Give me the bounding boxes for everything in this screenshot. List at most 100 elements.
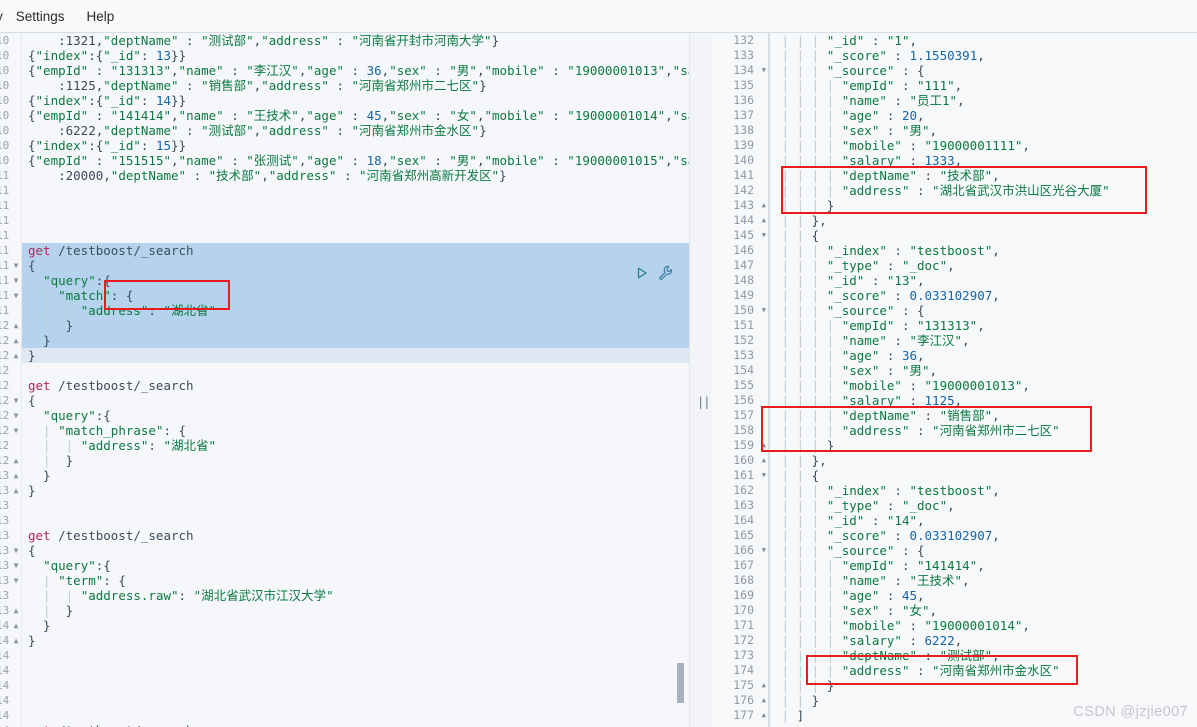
- response-line[interactable]: | | | | "empId" : "141414",: [768, 558, 1197, 573]
- response-viewer-content[interactable]: | | | "_id" : "1", | | | "_score" : 1.15…: [768, 33, 1197, 727]
- response-line[interactable]: | | | | "address" : "河南省郑州市二七区": [768, 423, 1197, 438]
- fold-collapse-icon[interactable]: ▼: [11, 423, 21, 438]
- fold-expand-icon[interactable]: ▲: [11, 348, 21, 363]
- request-line[interactable]: get /testboost/_search: [22, 243, 689, 258]
- request-line[interactable]: [22, 693, 689, 708]
- fold-expand-icon[interactable]: ▲: [11, 318, 21, 333]
- fold-expand-icon[interactable]: ▲: [11, 618, 21, 633]
- response-line[interactable]: | | | | "empId" : "111",: [768, 78, 1197, 93]
- response-line[interactable]: | | | | "deptName" : "测试部",: [768, 648, 1197, 663]
- fold-collapse-icon[interactable]: ▼: [11, 288, 21, 303]
- response-line[interactable]: | | | "_id" : "14",: [768, 513, 1197, 528]
- response-line[interactable]: | | | | "deptName" : "销售部",: [768, 408, 1197, 423]
- response-line[interactable]: | | | "_type" : "_doc",: [768, 258, 1197, 273]
- response-line[interactable]: | | | }: [768, 678, 1197, 693]
- request-line[interactable]: [22, 213, 689, 228]
- fold-collapse-icon[interactable]: ▼: [11, 393, 21, 408]
- fold-collapse-icon[interactable]: ▼: [11, 558, 21, 573]
- request-line[interactable]: [22, 198, 689, 213]
- response-line[interactable]: | | | | "age" : 36,: [768, 348, 1197, 363]
- response-line[interactable]: | | | | "age" : 45,: [768, 588, 1197, 603]
- request-line[interactable]: [22, 498, 689, 513]
- fold-expand-icon[interactable]: ▲: [11, 468, 21, 483]
- request-line[interactable]: | "match": {: [22, 288, 689, 303]
- play-icon[interactable]: [635, 266, 649, 280]
- request-line[interactable]: {"empId" : "131313","name" : "李江汉","age"…: [22, 63, 689, 78]
- request-line[interactable]: [22, 228, 689, 243]
- fold-expand-icon[interactable]: ▲: [762, 678, 766, 693]
- request-line[interactable]: }: [22, 348, 689, 363]
- request-line[interactable]: [22, 678, 689, 693]
- fold-expand-icon[interactable]: ▲: [11, 453, 21, 468]
- response-line[interactable]: | | | | "mobile" : "19000001111",: [768, 138, 1197, 153]
- response-line[interactable]: | | {: [768, 228, 1197, 243]
- fold-collapse-icon[interactable]: ▼: [11, 543, 21, 558]
- request-line[interactable]: {"index":{"_id": 14}}: [22, 93, 689, 108]
- fold-collapse-icon[interactable]: ▼: [762, 228, 766, 243]
- request-line[interactable]: :20000,"deptName" : "技术部","address" : "河…: [22, 168, 689, 183]
- menu-item-help[interactable]: Help: [76, 5, 126, 28]
- response-line-numbers[interactable]: 132 133 134 ▼ 135 136 137 138 139 140 141 142 143 ▲ 14…: [712, 33, 768, 727]
- response-line[interactable]: | | | "_source" : {: [768, 543, 1197, 558]
- fold-expand-icon[interactable]: ▲: [762, 438, 766, 453]
- response-line[interactable]: | | | "_index" : "testboost",: [768, 243, 1197, 258]
- response-line[interactable]: | | | "_index" : "testboost",: [768, 483, 1197, 498]
- request-line[interactable]: [22, 708, 689, 723]
- request-line[interactable]: [22, 513, 689, 528]
- request-line[interactable]: }: [22, 633, 689, 648]
- fold-expand-icon[interactable]: ▲: [762, 693, 766, 708]
- fold-collapse-icon[interactable]: ▼: [11, 408, 21, 423]
- request-line[interactable]: | | "address.raw": "湖北省武汉市江汉大学": [22, 588, 689, 603]
- request-line[interactable]: :1321,"deptName" : "测试部","address" : "河南…: [22, 33, 689, 48]
- request-line[interactable]: }: [22, 483, 689, 498]
- fold-expand-icon[interactable]: ▲: [762, 198, 766, 213]
- request-line[interactable]: {: [22, 543, 689, 558]
- fold-collapse-icon[interactable]: ▼: [762, 543, 766, 558]
- request-line[interactable]: {"index":{"_id": 13}}: [22, 48, 689, 63]
- request-line[interactable]: | | "address": "湖北省": [22, 438, 689, 453]
- request-line[interactable]: }: [22, 468, 689, 483]
- response-line[interactable]: | | | | "name" : "员工1",: [768, 93, 1197, 108]
- menu-item-settings[interactable]: Settings: [5, 5, 76, 28]
- request-line[interactable]: "query":{: [22, 273, 689, 288]
- response-viewer-pane[interactable]: 132 133 134 ▼ 135 136 137 138 139 140 141 142 143 ▲ 14…: [712, 33, 1197, 727]
- request-line[interactable]: | "match_phrase": {: [22, 423, 689, 438]
- response-line[interactable]: | | | "_score" : 0.033102907,: [768, 288, 1197, 303]
- request-editor-scrollbar-thumb[interactable]: [677, 663, 684, 703]
- fold-expand-icon[interactable]: ▲: [11, 333, 21, 348]
- response-line[interactable]: | | | "_score" : 1.1550391,: [768, 48, 1197, 63]
- fold-collapse-icon[interactable]: ▼: [762, 303, 766, 318]
- request-line[interactable]: }: [22, 618, 689, 633]
- response-line[interactable]: | | | | "deptName" : "技术部",: [768, 168, 1197, 183]
- fold-expand-icon[interactable]: ▲: [762, 213, 766, 228]
- fold-expand-icon[interactable]: ▲: [11, 633, 21, 648]
- response-line[interactable]: | | },: [768, 453, 1197, 468]
- response-line[interactable]: | | | | "address" : "湖北省武汉市洪山区光谷大厦": [768, 183, 1197, 198]
- request-line[interactable]: | | "address": "湖北省": [22, 303, 689, 318]
- request-line[interactable]: | }: [22, 453, 689, 468]
- request-line[interactable]: | }: [22, 318, 689, 333]
- request-line[interactable]: get /testboost/_search: [22, 528, 689, 543]
- splitter-handle[interactable]: ||: [697, 395, 710, 409]
- response-line[interactable]: | | | | "sex" : "男",: [768, 123, 1197, 138]
- response-line[interactable]: | | | "_id" : "1",: [768, 33, 1197, 48]
- response-line[interactable]: | | | "_id" : "13",: [768, 273, 1197, 288]
- request-line[interactable]: :6222,"deptName" : "测试部","address" : "河南…: [22, 123, 689, 138]
- fold-collapse-icon[interactable]: ▼: [762, 63, 766, 78]
- request-editor-gutter[interactable]: 101 102 103 104 105 106 107 108 109 110 111 112 113 1…: [0, 33, 22, 727]
- request-editor-content[interactable]: :1321,"deptName" : "测试部","address" : "河南…: [22, 33, 689, 727]
- response-line[interactable]: | | | | "salary" : 1125,: [768, 393, 1197, 408]
- wrench-icon[interactable]: [658, 265, 673, 280]
- request-line[interactable]: {"empId" : "141414","name" : "王技术","age"…: [22, 108, 689, 123]
- pane-splitter[interactable]: ||: [690, 33, 712, 727]
- request-line[interactable]: }: [22, 333, 689, 348]
- request-line[interactable]: [22, 363, 689, 378]
- response-line[interactable]: | | | | "name" : "李江汉",: [768, 333, 1197, 348]
- fold-collapse-icon[interactable]: ▼: [11, 273, 21, 288]
- request-line[interactable]: [22, 663, 689, 678]
- response-line[interactable]: | | | | "sex" : "女",: [768, 603, 1197, 618]
- request-line[interactable]: {: [22, 393, 689, 408]
- request-line[interactable]: {: [22, 258, 689, 273]
- request-line[interactable]: | "term": {: [22, 573, 689, 588]
- request-line[interactable]: "query":{: [22, 408, 689, 423]
